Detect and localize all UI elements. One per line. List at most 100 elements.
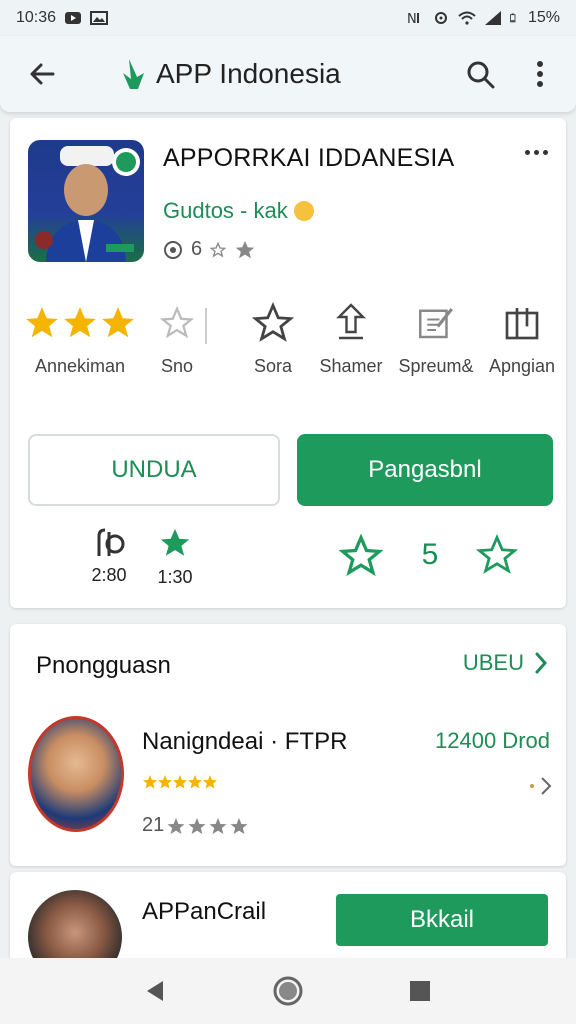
dot-indicator <box>530 784 534 788</box>
battery-icon <box>510 13 516 23</box>
app-icon[interactable] <box>28 140 144 262</box>
app-bar-title: APP Indonesia <box>156 58 341 89</box>
stat-count-value: 5 <box>421 538 439 571</box>
stat-value: 1:30 <box>157 567 193 587</box>
filled-star-icon <box>26 307 58 338</box>
emoji-icon <box>293 201 314 221</box>
search-button[interactable] <box>460 54 500 94</box>
status-left: 10:36 <box>16 9 109 27</box>
see-more-label: UBEU <box>462 650 524 675</box>
signal-icon <box>484 11 501 25</box>
list-card: APPanCrail Bkkail <box>10 872 566 984</box>
more-dot <box>542 149 548 155</box>
section-title: Pnongguasn <box>36 652 171 679</box>
chevron-right-icon <box>541 777 552 795</box>
nav-recents-icon <box>410 981 430 1001</box>
more-dot <box>524 149 530 155</box>
app-bar-actions <box>460 54 560 94</box>
wishlist-star[interactable] <box>338 533 384 583</box>
action-label: Shamer <box>319 356 383 376</box>
app-bar-brand: APP Indonesia <box>120 57 341 91</box>
stat-rating[interactable]: 1:30 <box>150 526 200 588</box>
small-star-icon <box>235 240 255 258</box>
outline-star <box>154 298 200 348</box>
section-card: Pnongguasn UBEU Nanigndeai · FTPR 12400 … <box>10 624 566 866</box>
action-label: Spreum& <box>398 356 474 376</box>
chevron-right-icon <box>535 652 548 674</box>
rating-stars <box>20 298 140 348</box>
action-label: Annekiman <box>34 356 126 376</box>
nav-home-button[interactable] <box>268 971 308 1011</box>
battery-percent: 15% <box>527 9 560 26</box>
star-outline-icon <box>252 302 294 342</box>
share-action[interactable]: Shamer <box>310 298 392 377</box>
wifi-icon <box>458 11 476 25</box>
overflow-menu-button[interactable] <box>520 54 560 94</box>
rate-action[interactable]: Sno <box>154 298 200 377</box>
share-icon <box>336 303 366 340</box>
action-label: Sora <box>253 356 293 376</box>
developer-label: Gudtos - kak <box>163 198 288 223</box>
grey-stars-icon <box>167 817 248 834</box>
more-vertical-icon <box>537 61 543 87</box>
library-action[interactable]: Apngian <box>482 298 562 377</box>
status-time: 10:36 <box>16 9 57 26</box>
developer-name[interactable]: Gudtos - kak <box>163 198 314 224</box>
section-see-more-link[interactable]: UBEU <box>463 650 548 676</box>
nfc-icon: N <box>407 12 419 26</box>
avatar <box>28 716 124 832</box>
action-label: Apngian <box>488 356 556 376</box>
notification-icon <box>65 12 82 24</box>
rating-badge-icon <box>164 240 182 259</box>
green-star-icon <box>160 528 190 556</box>
app-detail-card: APPORRKAI IDDANESIA Gudtos - kak 6 Annek… <box>10 118 566 608</box>
item-chevron[interactable] <box>530 776 552 796</box>
top-app-bar: APP Indonesia <box>0 36 576 112</box>
action-label: Sno <box>160 356 194 376</box>
back-arrow-icon <box>30 63 55 85</box>
outline-star-icon <box>160 306 194 339</box>
action-row: Annekiman Sno Sora Shamer Spreum& Apngia… <box>10 298 566 388</box>
svg-text:N: N <box>407 12 417 26</box>
rating-stars-action[interactable]: Annekiman <box>20 298 140 377</box>
gallery-icon <box>90 11 109 25</box>
install-secondary-button[interactable]: UNDUA <box>28 434 280 506</box>
edit-note-icon <box>419 308 453 339</box>
nav-back-button[interactable] <box>136 971 176 1011</box>
outline-green-star-icon <box>475 533 519 574</box>
app-name: APPORRKAI IDDANESIA <box>163 144 455 172</box>
filled-star-icon <box>102 307 134 338</box>
review-action[interactable]: Spreum& <box>394 298 478 377</box>
filled-star-icon <box>64 307 96 338</box>
nav-recents-button[interactable] <box>400 971 440 1011</box>
item-title: Nanigndeai · FTPR <box>142 728 348 755</box>
item-rating-stars <box>142 774 218 797</box>
status-bar: 10:36 N 15% <box>0 0 576 36</box>
row-action-button[interactable]: Bkkail <box>336 894 548 946</box>
star-rating-icon <box>143 775 217 789</box>
rate-star[interactable] <box>474 533 520 581</box>
vertical-divider <box>205 308 207 344</box>
row-title: APPanCrail <box>142 898 267 925</box>
stat-downloads[interactable]: 2:80 <box>84 526 134 586</box>
settings-icon <box>434 12 447 24</box>
search-icon <box>467 61 495 89</box>
system-nav-bar <box>0 958 576 1024</box>
library-icon <box>505 308 539 340</box>
stat-count[interactable]: 5 <box>406 538 454 572</box>
person-portrait-icon <box>35 146 140 262</box>
nav-home-icon <box>273 976 303 1006</box>
rating-summary: 6 <box>163 238 256 261</box>
item-downloads: 12400 Drod <box>435 728 550 753</box>
back-button[interactable] <box>16 48 68 100</box>
item-sub-rating: 21 <box>142 814 252 837</box>
card-more-button[interactable] <box>518 142 554 162</box>
item-sub-number: 21 <box>142 814 165 836</box>
favorite-action[interactable]: Sora <box>238 298 308 377</box>
download-stat-icon <box>97 528 125 556</box>
stats-row: 2:80 1:30 5 <box>10 526 566 596</box>
small-star-icon <box>210 241 227 257</box>
install-primary-button[interactable]: Pangasbnl <box>297 434 553 506</box>
more-dot <box>533 149 539 155</box>
stat-value: 2:80 <box>91 565 127 585</box>
